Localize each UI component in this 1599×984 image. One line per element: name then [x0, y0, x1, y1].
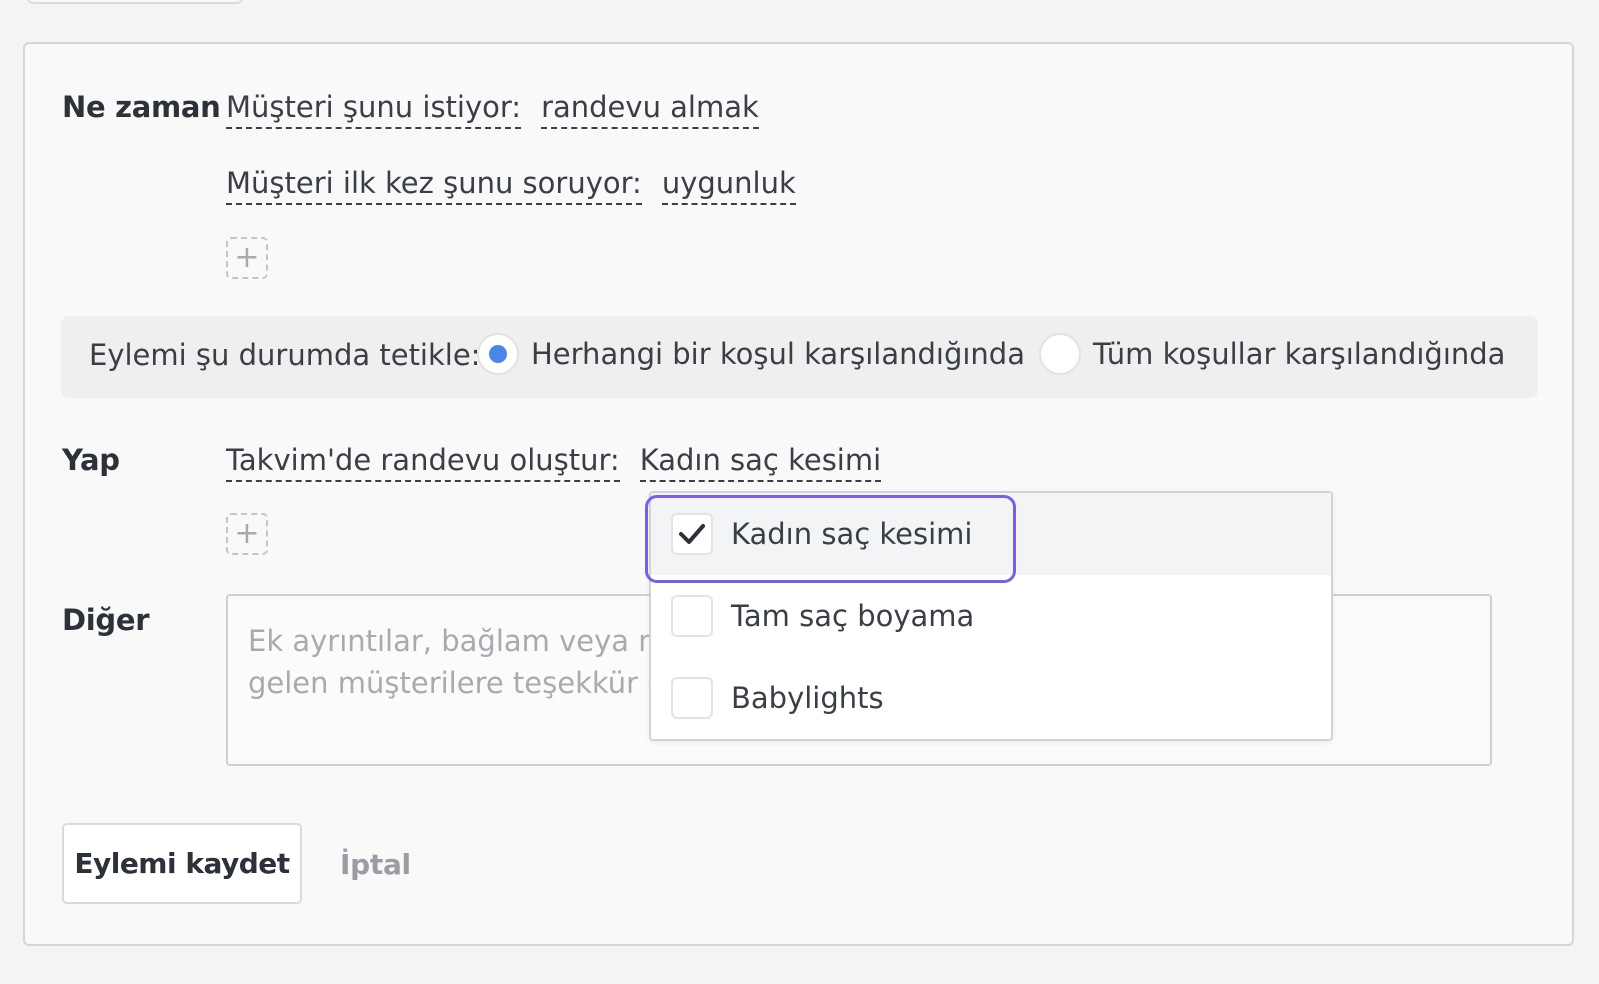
radio-selected-icon[interactable] [477, 333, 519, 375]
trigger-label: Eylemi şu durumda tetikle: [89, 338, 481, 372]
dropdown-option-2-label: Tam saç boyama [731, 599, 975, 633]
add-action-button[interactable]: + [226, 513, 268, 555]
condition-1-value[interactable]: randevu almak [541, 90, 759, 129]
dropdown-option-3-label: Babylights [731, 681, 884, 715]
checkbox-checked[interactable] [671, 513, 713, 555]
action-field[interactable]: Takvim'de randevu oluştur: [226, 443, 620, 482]
trigger-option-any-label: Herhangi bir koşul karşılandığında [531, 337, 1025, 371]
condition-2-field[interactable]: Müşteri ilk kez şunu soruyor: [226, 166, 642, 205]
cancel-link[interactable]: İptal [340, 848, 411, 881]
condition-1-field[interactable]: Müşteri şunu istiyor: [226, 90, 522, 129]
dropdown-option-1-label: Kadın saç kesimi [731, 517, 973, 551]
plus-icon: + [234, 516, 260, 551]
condition-row-2: Müşteri ilk kez şunu soruyor: uygunluk [226, 166, 796, 205]
save-action-button[interactable]: Eylemi kaydet [62, 823, 302, 904]
dropdown-option-1[interactable]: Kadın saç kesimi [651, 493, 1331, 575]
checkbox-unchecked[interactable] [671, 677, 713, 719]
service-dropdown: Kadın saç kesimi Tam saç boyama Babyligh… [649, 491, 1333, 741]
previous-card-edge [26, 0, 244, 4]
radio-unselected-icon[interactable] [1039, 333, 1081, 375]
when-section-label: Ne zaman [62, 90, 221, 124]
trigger-settings: Eylemi şu durumda tetikle: Herhangi bir … [61, 316, 1538, 398]
condition-row-1: Müşteri şunu istiyor: randevu almak [226, 90, 759, 129]
checkbox-unchecked[interactable] [671, 595, 713, 637]
page-frame: Ne zaman Müşteri şunu istiyor: randevu a… [0, 0, 1599, 984]
other-section-label: Diğer [62, 603, 150, 637]
trigger-option-all[interactable]: Tüm koşullar karşılandığında [1039, 333, 1505, 375]
dropdown-option-2[interactable]: Tam saç boyama [651, 575, 1331, 657]
radio-dot-icon [489, 345, 507, 363]
action-row: Takvim'de randevu oluştur: Kadın saç kes… [226, 443, 882, 482]
checkmark-icon [679, 524, 705, 544]
action-value[interactable]: Kadın saç kesimi [639, 443, 882, 482]
do-section-label: Yap [62, 443, 120, 477]
trigger-option-all-label: Tüm koşullar karşılandığında [1093, 337, 1506, 371]
condition-2-value[interactable]: uygunluk [661, 166, 796, 205]
add-condition-button[interactable]: + [226, 237, 268, 279]
plus-icon: + [234, 240, 260, 275]
trigger-option-any[interactable]: Herhangi bir koşul karşılandığında [477, 333, 1025, 375]
dropdown-option-3[interactable]: Babylights [651, 657, 1331, 739]
